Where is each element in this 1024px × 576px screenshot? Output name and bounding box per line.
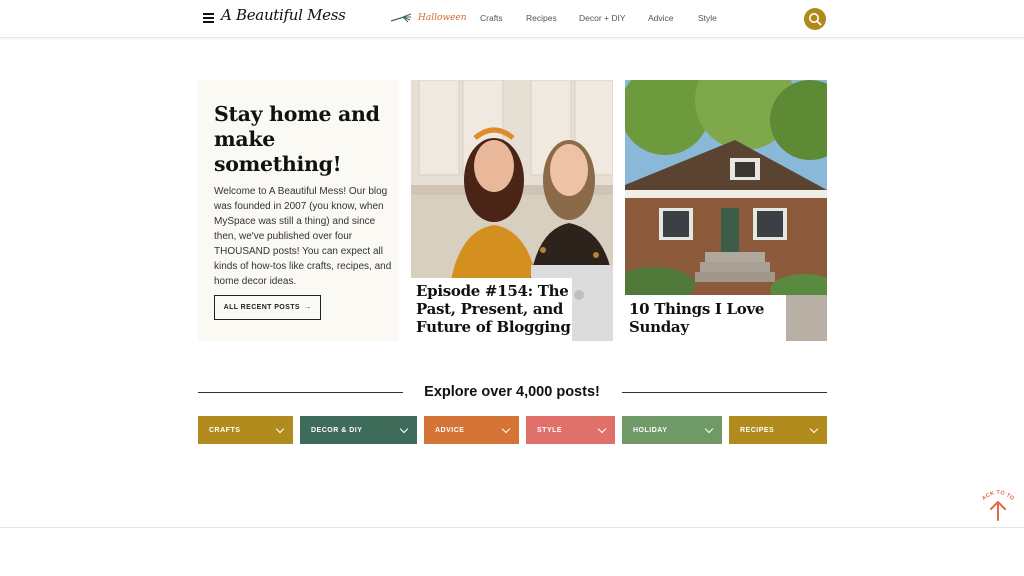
all-recent-posts-button[interactable]: ALL RECENT POSTS →: [214, 295, 321, 320]
site-header: A Beautiful Mess Halloween Crafts Recipe…: [0, 0, 1024, 38]
arrow-up-icon: BACK TO TOP: [976, 482, 1015, 521]
post-title[interactable]: Episode #154: The Past, Present, and Fut…: [411, 278, 572, 341]
chevron-down-icon: [399, 424, 409, 433]
nav-item-recipes[interactable]: Recipes: [526, 13, 557, 23]
post-title[interactable]: 10 Things I Love Sunday: [625, 295, 786, 341]
category-decor-diy[interactable]: DECOR & DIY: [300, 416, 417, 444]
explore-title: Explore over 4,000 posts!: [424, 384, 600, 400]
main-nav: Halloween Crafts Recipes Decor + DIY Adv…: [0, 13, 1024, 27]
svg-text:BACK TO TOP: BACK TO TOP: [978, 486, 1015, 502]
category-label: RECIPES: [740, 426, 775, 434]
category-label: ADVICE: [435, 426, 465, 434]
category-holiday[interactable]: HOLIDAY: [622, 416, 722, 444]
nav-item-crafts[interactable]: Crafts: [480, 13, 503, 23]
chevron-down-icon: [809, 424, 819, 433]
category-style[interactable]: STYLE: [526, 416, 615, 444]
intro-title: Stay home and make something!: [214, 102, 380, 176]
category-label: DECOR & DIY: [311, 426, 363, 434]
nav-item-style[interactable]: Style: [698, 13, 717, 23]
post-card[interactable]: Episode #154: The Past, Present, and Fut…: [411, 80, 613, 341]
back-to-top-button[interactable]: BACK TO TOP: [976, 482, 1018, 522]
chevron-down-icon: [501, 424, 511, 433]
chevron-down-icon: [275, 424, 285, 433]
search-icon: [809, 13, 822, 26]
all-recent-posts-label: ALL RECENT POSTS: [223, 304, 300, 311]
category-label: CRAFTS: [209, 426, 241, 434]
nav-item-decor-diy[interactable]: Decor + DIY: [579, 13, 626, 23]
post-card[interactable]: 10 Things I Love Sunday: [625, 80, 827, 341]
category-recipes[interactable]: RECIPES: [729, 416, 827, 444]
divider: [622, 392, 827, 393]
chevron-down-icon: [704, 424, 714, 433]
intro-text: Welcome to A Beautiful Mess! Our blog wa…: [214, 186, 392, 287]
nav-item-advice[interactable]: Advice: [648, 13, 674, 23]
intro-card: Stay home and make something! Welcome to…: [198, 80, 399, 341]
footer-divider: [0, 527, 1024, 528]
arrow-right-icon: →: [303, 304, 312, 311]
back-to-top-label: BACK TO TOP: [976, 482, 1015, 502]
category-crafts[interactable]: CRAFTS: [198, 416, 293, 444]
category-label: HOLIDAY: [633, 426, 668, 434]
category-label: STYLE: [537, 426, 563, 434]
category-advice[interactable]: ADVICE: [424, 416, 519, 444]
divider: [198, 392, 403, 393]
chevron-down-icon: [597, 424, 607, 433]
search-button[interactable]: [804, 8, 826, 30]
nav-item-halloween[interactable]: Halloween: [418, 13, 467, 23]
